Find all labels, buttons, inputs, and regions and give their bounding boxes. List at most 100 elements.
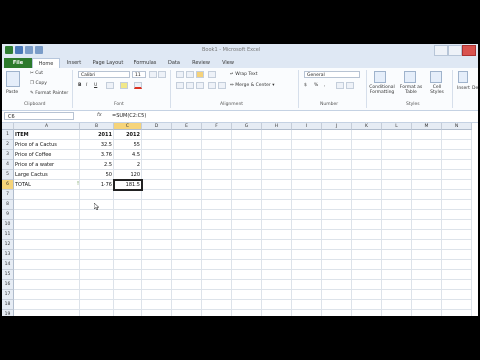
cell[interactable] bbox=[292, 260, 322, 270]
cell[interactable] bbox=[382, 220, 412, 230]
cell[interactable] bbox=[80, 190, 114, 200]
cell[interactable] bbox=[80, 310, 114, 316]
cell[interactable] bbox=[114, 260, 142, 270]
cell[interactable] bbox=[80, 210, 114, 220]
cell[interactable] bbox=[142, 260, 172, 270]
cell[interactable] bbox=[412, 160, 442, 170]
wrap-text-button[interactable]: ↵ Wrap Text bbox=[230, 72, 257, 77]
error-indicator-icon[interactable]: ! bbox=[77, 181, 79, 187]
column-header-e[interactable]: E bbox=[172, 123, 202, 130]
format-painter-button[interactable]: ✎ Format Painter bbox=[30, 91, 68, 96]
cell[interactable] bbox=[382, 210, 412, 220]
cell[interactable] bbox=[202, 180, 232, 190]
cell[interactable] bbox=[262, 140, 292, 150]
cell[interactable] bbox=[232, 170, 262, 180]
cell[interactable] bbox=[14, 300, 80, 310]
cell[interactable] bbox=[292, 130, 322, 140]
cell[interactable] bbox=[262, 130, 292, 140]
cell[interactable] bbox=[382, 300, 412, 310]
align-middle-button[interactable] bbox=[186, 71, 194, 78]
cell[interactable] bbox=[322, 170, 352, 180]
cell[interactable] bbox=[14, 220, 80, 230]
cell[interactable] bbox=[142, 240, 172, 250]
cell[interactable] bbox=[412, 290, 442, 300]
cell[interactable] bbox=[142, 140, 172, 150]
tab-review[interactable]: Review bbox=[188, 58, 214, 68]
cell[interactable] bbox=[232, 310, 262, 316]
cell[interactable] bbox=[14, 240, 80, 250]
column-header-c[interactable]: C bbox=[114, 123, 142, 130]
cell[interactable] bbox=[442, 280, 472, 290]
cell-b6[interactable]: 1·76 bbox=[80, 180, 114, 190]
cell[interactable] bbox=[14, 210, 80, 220]
cell[interactable] bbox=[352, 300, 382, 310]
cell[interactable] bbox=[80, 240, 114, 250]
cell[interactable] bbox=[292, 150, 322, 160]
cell[interactable] bbox=[172, 250, 202, 260]
cell[interactable] bbox=[172, 210, 202, 220]
row-header-12[interactable]: 12 bbox=[2, 240, 14, 250]
cell[interactable] bbox=[352, 310, 382, 316]
cell[interactable] bbox=[142, 180, 172, 190]
select-all-corner[interactable] bbox=[2, 123, 14, 130]
cell[interactable] bbox=[172, 150, 202, 160]
cell[interactable] bbox=[262, 300, 292, 310]
cell[interactable] bbox=[202, 170, 232, 180]
cell[interactable] bbox=[232, 230, 262, 240]
row-header-16[interactable]: 16 bbox=[2, 280, 14, 290]
maximize-button[interactable] bbox=[448, 45, 462, 56]
conditional-formatting-icon[interactable] bbox=[374, 71, 386, 83]
cell[interactable] bbox=[232, 280, 262, 290]
row-header-10[interactable]: 10 bbox=[2, 220, 14, 230]
cell[interactable] bbox=[202, 150, 232, 160]
currency-button[interactable]: $ bbox=[304, 83, 307, 88]
cell[interactable] bbox=[14, 290, 80, 300]
cell[interactable] bbox=[412, 270, 442, 280]
cell-b2[interactable]: 32.5 bbox=[80, 140, 114, 150]
align-top-button[interactable] bbox=[176, 71, 184, 78]
grow-font-button[interactable] bbox=[149, 71, 157, 78]
cell-b1[interactable]: 2011 bbox=[80, 130, 114, 140]
cell[interactable] bbox=[142, 170, 172, 180]
cell[interactable] bbox=[114, 270, 142, 280]
cell[interactable] bbox=[352, 130, 382, 140]
cell[interactable] bbox=[412, 260, 442, 270]
cell[interactable] bbox=[142, 290, 172, 300]
cell[interactable] bbox=[114, 280, 142, 290]
cell[interactable] bbox=[80, 290, 114, 300]
orientation-button[interactable] bbox=[208, 71, 216, 78]
font-color-button[interactable] bbox=[134, 82, 142, 89]
row-header-4[interactable]: 4 bbox=[2, 160, 14, 170]
name-box[interactable]: C6 bbox=[4, 112, 74, 120]
cell[interactable] bbox=[80, 230, 114, 240]
cell-b3[interactable]: 3.76 bbox=[80, 150, 114, 160]
cell[interactable] bbox=[202, 240, 232, 250]
cell-a5[interactable]: Large Cactus bbox=[14, 170, 80, 180]
column-header-m[interactable]: M bbox=[412, 123, 442, 130]
cell[interactable] bbox=[232, 150, 262, 160]
format-table-icon[interactable] bbox=[404, 71, 416, 83]
cell[interactable] bbox=[172, 310, 202, 316]
tab-formulas[interactable]: Formulas bbox=[130, 58, 160, 68]
increase-decimal-button[interactable] bbox=[336, 82, 344, 89]
cell[interactable] bbox=[382, 270, 412, 280]
cell[interactable] bbox=[142, 270, 172, 280]
cell[interactable] bbox=[382, 170, 412, 180]
cell[interactable] bbox=[232, 140, 262, 150]
cell[interactable] bbox=[322, 290, 352, 300]
row-header-15[interactable]: 15 bbox=[2, 270, 14, 280]
cut-button[interactable]: ✂ Cut bbox=[30, 71, 43, 76]
cell[interactable] bbox=[172, 160, 202, 170]
cell[interactable] bbox=[202, 250, 232, 260]
cell[interactable] bbox=[262, 230, 292, 240]
cell[interactable] bbox=[322, 160, 352, 170]
cell[interactable] bbox=[412, 300, 442, 310]
cell[interactable] bbox=[292, 250, 322, 260]
cell[interactable] bbox=[262, 280, 292, 290]
cell[interactable] bbox=[352, 280, 382, 290]
cell-a4[interactable]: Price of a water bbox=[14, 160, 80, 170]
cell[interactable] bbox=[262, 220, 292, 230]
cell[interactable] bbox=[142, 220, 172, 230]
cell[interactable] bbox=[232, 180, 262, 190]
cell[interactable] bbox=[412, 190, 442, 200]
